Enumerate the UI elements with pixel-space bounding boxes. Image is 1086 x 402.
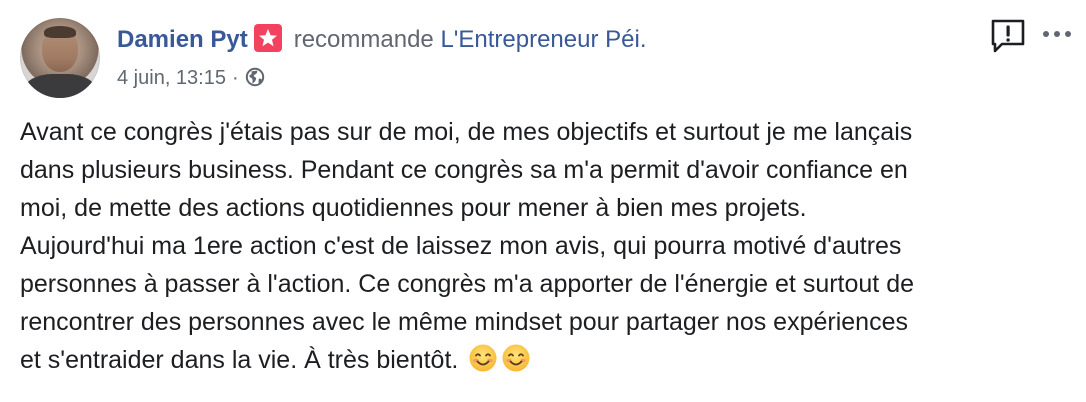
- smiling-face-emoji-icon: [501, 343, 531, 373]
- post-body-line: Aujourd'hui ma 1ere action c'est de lais…: [20, 232, 902, 260]
- recommendation-star-icon: [253, 24, 282, 52]
- post-body-line: rencontrer des personnes avec le même mi…: [20, 308, 908, 336]
- meta-separator: ·: [231, 67, 239, 89]
- avatar-hair: [44, 26, 76, 38]
- report-exclamation-icon: [991, 19, 1025, 53]
- recommend-label: recommande: [293, 26, 434, 53]
- post-body-line: et s'entraider dans la vie. À très bient…: [20, 346, 459, 374]
- post-body-line: dans plusieurs business. Pendant ce cong…: [20, 156, 908, 184]
- globe-icon[interactable]: [245, 67, 265, 95]
- more-options-button[interactable]: [1040, 22, 1076, 46]
- post-body: Avant ce congrès j'étais pas sur de moi,…: [20, 113, 1070, 379]
- post-body-line: moi, de mette des actions quotidiennes p…: [20, 194, 807, 222]
- page-name-link[interactable]: L'Entrepreneur Péi.: [440, 26, 646, 53]
- post-body-line: Avant ce congrès j'étais pas sur de moi,…: [20, 118, 913, 146]
- avatar[interactable]: [20, 18, 100, 98]
- post-body-line: personnes à passer à l'action. Ce congrè…: [20, 270, 915, 298]
- report-button[interactable]: [988, 16, 1028, 56]
- post-timestamp[interactable]: 4 juin, 13:15: [117, 67, 226, 89]
- smiling-face-emoji-icon: [468, 343, 498, 373]
- more-dots-icon: [1043, 31, 1071, 37]
- avatar-shirt: [24, 74, 96, 98]
- recommendation-post: Damien Pyt recommande L'Entrepreneur Péi…: [0, 0, 1086, 402]
- author-name-link[interactable]: Damien Pyt: [117, 26, 248, 53]
- post-body-last-line: et s'entraider dans la vie. À très bient…: [20, 341, 1070, 379]
- post-header: Damien Pyt recommande L'Entrepreneur Péi…: [117, 24, 647, 56]
- post-meta: 4 juin, 13:15 ·: [117, 64, 265, 95]
